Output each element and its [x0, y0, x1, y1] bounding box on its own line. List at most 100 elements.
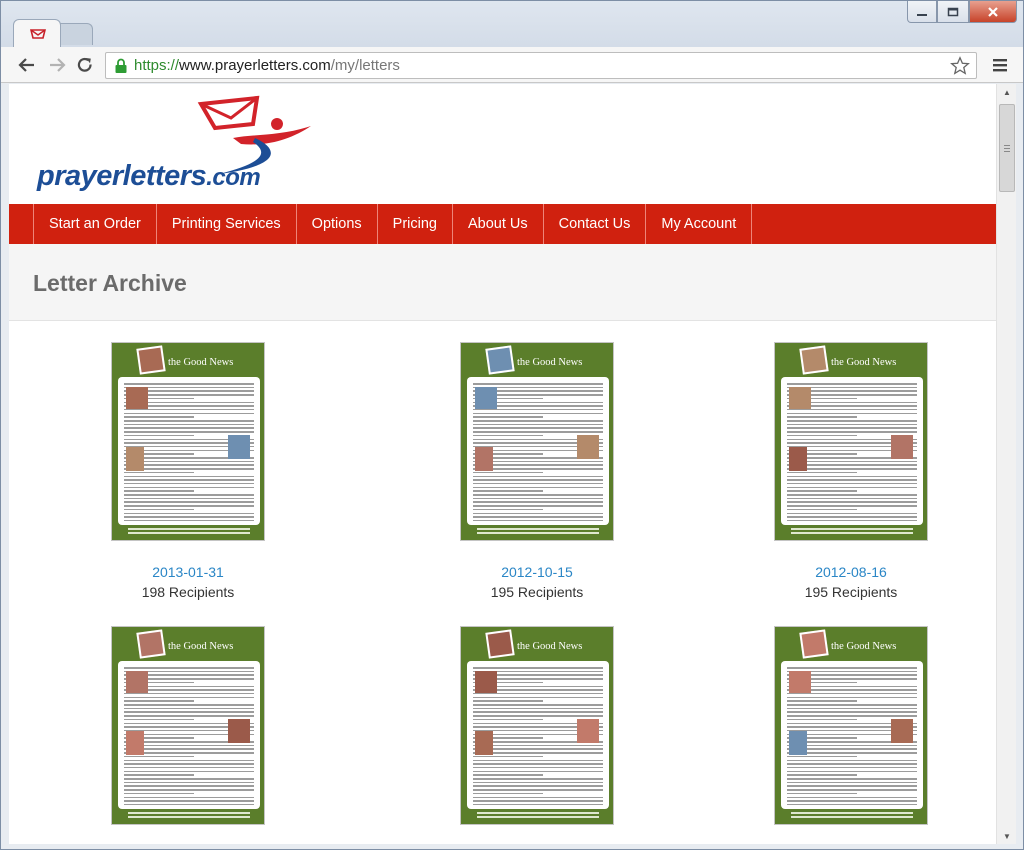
- letter-thumbnail[interactable]: the Good News: [774, 626, 928, 825]
- newsletter-text-line: [473, 508, 543, 511]
- nav-my-account[interactable]: My Account: [645, 204, 753, 244]
- newsletter-text-line: [124, 482, 254, 485]
- site-header: prayerletters.com: [9, 84, 996, 204]
- letter-card: the Good News 2012-08-16 195 Recipients: [774, 342, 928, 600]
- letter-thumbnail[interactable]: the Good News: [460, 342, 614, 541]
- newsletter-footer: [783, 812, 921, 819]
- newsletter-inline-photo: [789, 731, 807, 755]
- newsletter-text-line: [124, 774, 194, 776]
- newsletter-text-line: [787, 479, 917, 481]
- tab-active[interactable]: [13, 19, 61, 47]
- newsletter-inline-photo: [577, 719, 599, 743]
- newsletter-text-line: [787, 796, 917, 798]
- newsletter-text-line: [124, 704, 254, 706]
- letter-thumbnail[interactable]: the Good News: [111, 342, 265, 541]
- newsletter-text-line: [787, 416, 857, 418]
- newsletter-text-line: [473, 770, 603, 773]
- newsletter-text-line: [787, 711, 917, 713]
- newsletter-text-line: [473, 692, 603, 695]
- hamburger-menu-icon[interactable]: [989, 54, 1011, 76]
- newsletter-header-photo: [485, 345, 515, 375]
- newsletter-text-line: [473, 766, 603, 769]
- newsletter-text-line: [473, 789, 603, 791]
- newsletter-text-line: [473, 707, 603, 710]
- letter-card: the Good News 2012-10-15 195 Recipients: [460, 342, 614, 600]
- newsletter-text-line: [787, 434, 857, 437]
- newsletter-text-line: [124, 512, 254, 514]
- newsletter-text-line: [787, 431, 917, 433]
- newsletter-text-line: [473, 796, 603, 798]
- newsletter-header-photo: [799, 345, 829, 375]
- nav-about-us[interactable]: About Us: [451, 204, 543, 244]
- newsletter-text-line: [124, 667, 254, 669]
- newsletter-footer-line: [128, 528, 250, 530]
- nav-printing-services[interactable]: Printing Services: [155, 204, 296, 244]
- newsletter-text-line: [124, 501, 254, 503]
- newsletter-header-photo: [136, 345, 166, 375]
- lock-icon: [115, 58, 127, 73]
- newsletter-text-line: [124, 427, 254, 429]
- newsletter-footer-line: [477, 532, 599, 534]
- bookmark-star-icon[interactable]: [950, 56, 970, 76]
- maximize-button[interactable]: [937, 1, 969, 23]
- newsletter-text-line: [124, 692, 254, 695]
- newsletter-text-line: [124, 434, 194, 437]
- letter-date-link[interactable]: 2012-08-16: [774, 564, 928, 580]
- letter-recipient-count: 198 Recipients: [141, 584, 235, 600]
- newsletter-footer: [120, 528, 258, 535]
- nav-options[interactable]: Options: [295, 204, 377, 244]
- vertical-scrollbar[interactable]: ▲ ▼: [996, 84, 1016, 844]
- maximize-icon: [947, 7, 959, 16]
- newsletter-text-line: [473, 778, 603, 780]
- scroll-down-arrow-icon[interactable]: ▼: [997, 828, 1017, 844]
- nav-contact-us[interactable]: Contact Us: [542, 204, 646, 244]
- logo-word-letters: letters: [122, 160, 207, 192]
- newsletter-text-line: [473, 427, 603, 429]
- newsletter-inline-photo: [577, 435, 599, 459]
- newsletter-footer: [120, 812, 258, 819]
- letter-date-link[interactable]: 2013-01-31: [111, 564, 265, 580]
- newsletter-text-line: [787, 420, 917, 422]
- letter-recipient-count: 195 Recipients: [490, 584, 584, 600]
- newsletter-text-line: [124, 785, 254, 787]
- newsletter-text-line: [473, 512, 603, 514]
- scroll-thumb[interactable]: [999, 104, 1015, 192]
- newsletter-text-line: [787, 494, 917, 496]
- site-logo[interactable]: prayerletters.com: [37, 160, 261, 193]
- newsletter-text-line: [124, 796, 254, 798]
- letter-thumbnail[interactable]: the Good News: [111, 626, 265, 825]
- letter-thumbnail[interactable]: the Good News: [460, 626, 614, 825]
- minimize-button[interactable]: [907, 1, 937, 23]
- newsletter-inline-photo: [126, 671, 148, 693]
- letter-date-link[interactable]: 2012-10-15: [460, 564, 614, 580]
- newsletter-inline-photo: [126, 447, 144, 471]
- newsletter-body: [467, 377, 609, 525]
- newsletter-text-line: [787, 512, 917, 514]
- newsletter-title: the Good News: [168, 357, 234, 368]
- newsletter-text-line: [124, 486, 254, 489]
- reload-button[interactable]: [73, 53, 97, 77]
- newsletter-text-line: [787, 423, 917, 426]
- scroll-up-arrow-icon[interactable]: ▲: [997, 84, 1017, 100]
- newsletter-text-line: [473, 519, 603, 522]
- newsletter-title: the Good News: [831, 641, 897, 652]
- address-bar[interactable]: https://www.prayerletters.com/my/letters: [105, 52, 977, 79]
- newsletter-text-line: [787, 704, 917, 706]
- newsletter-text-line: [124, 707, 254, 710]
- forward-button[interactable]: [45, 53, 69, 77]
- letter-thumbnail[interactable]: the Good News: [774, 342, 928, 541]
- newsletter-text-line: [473, 759, 603, 761]
- nav-pricing[interactable]: Pricing: [376, 204, 452, 244]
- newsletter-text-line: [787, 700, 857, 702]
- newsletter-text-line: [124, 516, 254, 518]
- newsletter-inline-photo: [891, 719, 913, 743]
- back-button[interactable]: [15, 53, 39, 77]
- newsletter-text-line: [124, 431, 254, 433]
- close-button[interactable]: [969, 1, 1017, 23]
- nav-start-an-order[interactable]: Start an Order: [33, 204, 156, 244]
- newsletter-text-line: [787, 789, 917, 791]
- newsletter-header-photo: [136, 629, 166, 659]
- newsletter-text-line: [124, 759, 254, 761]
- logo-word-prayer: prayer: [37, 160, 123, 192]
- newsletter-text-line: [473, 715, 603, 717]
